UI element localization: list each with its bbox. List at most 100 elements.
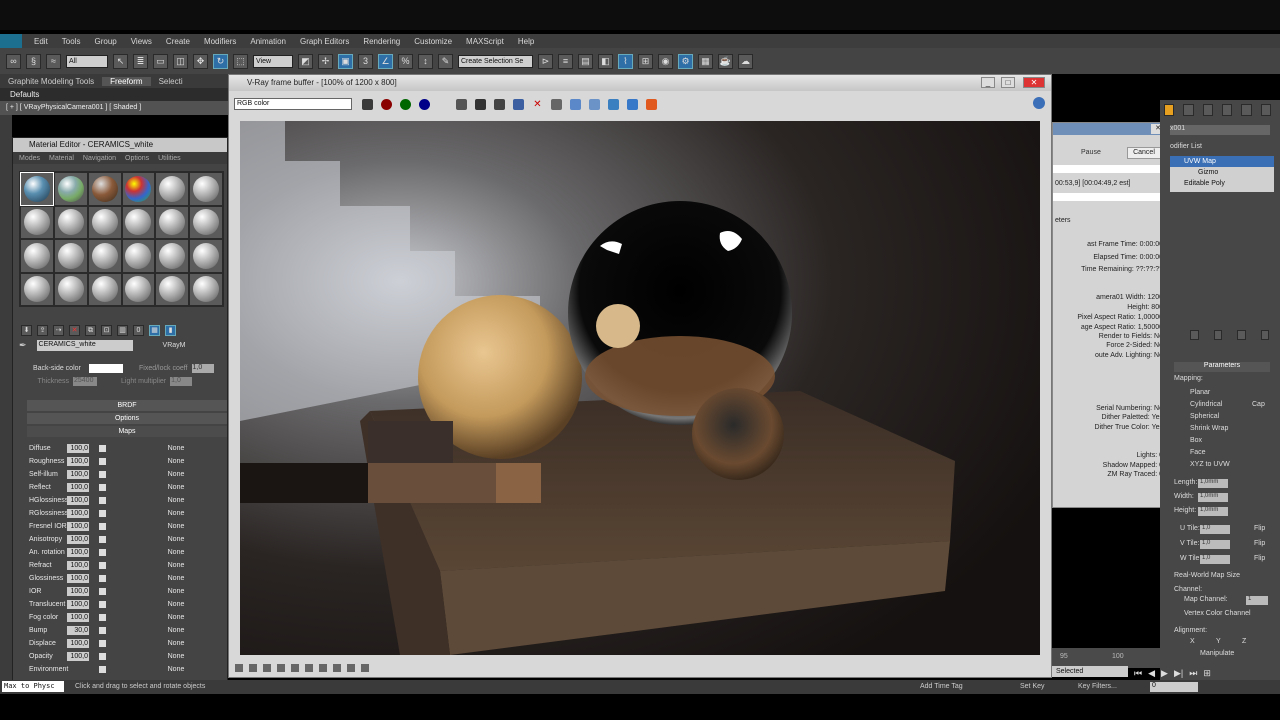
- window-crossing-icon[interactable]: ◫: [173, 53, 188, 69]
- angle-snap-icon[interactable]: ∠: [378, 53, 393, 69]
- levels-icon[interactable]: [305, 664, 313, 672]
- close-icon[interactable]: ✕: [1023, 77, 1045, 88]
- stack-item-editable-poly[interactable]: Editable Poly: [1170, 178, 1274, 189]
- align-x-radio[interactable]: X: [1190, 638, 1195, 645]
- blue-channel-icon[interactable]: [419, 98, 430, 110]
- white-balance-icon[interactable]: [347, 664, 355, 672]
- material-slot[interactable]: [20, 172, 54, 206]
- bind-space-warp-icon[interactable]: ≈: [46, 53, 61, 69]
- map-enable-checkbox[interactable]: [99, 614, 106, 621]
- material-type-button[interactable]: VRayM: [163, 342, 186, 349]
- parameters-rollout[interactable]: Parameters: [1174, 362, 1270, 372]
- timeline-ruler[interactable]: 95 100: [1052, 648, 1160, 668]
- map-slot-button[interactable]: None: [146, 666, 206, 673]
- render-region-icon[interactable]: [589, 98, 600, 110]
- render-production-icon[interactable]: ☕: [718, 53, 733, 69]
- next-frame-icon[interactable]: ▶|: [1174, 668, 1183, 679]
- map-slot-button[interactable]: None: [146, 627, 206, 634]
- menu-modes[interactable]: Modes: [19, 155, 40, 162]
- stack-item-gizmo[interactable]: Gizmo: [1170, 167, 1274, 178]
- material-slot[interactable]: [122, 273, 155, 305]
- map-slot-button[interactable]: None: [146, 471, 206, 478]
- spinner-snap-icon[interactable]: ↕: [418, 53, 433, 69]
- unlink-icon[interactable]: §: [26, 53, 41, 69]
- map-slot-button[interactable]: None: [146, 497, 206, 504]
- map-enable-checkbox[interactable]: [99, 666, 106, 673]
- clear-icon[interactable]: ✕: [532, 99, 543, 110]
- map-enable-checkbox[interactable]: [99, 510, 106, 517]
- hierarchy-tab-icon[interactable]: [1202, 104, 1213, 116]
- map-enable-checkbox[interactable]: [99, 601, 106, 608]
- map-amount-field[interactable]: 100,0: [67, 470, 89, 479]
- pin-stack-icon[interactable]: [1190, 330, 1199, 340]
- cap-label[interactable]: Cap: [1252, 401, 1265, 408]
- key-mode-icon[interactable]: ⊞: [1203, 668, 1211, 679]
- map-channel-field[interactable]: 1: [1246, 596, 1268, 605]
- material-slot[interactable]: [21, 273, 53, 305]
- width-field[interactable]: 1,0mm: [1198, 493, 1228, 502]
- track-mouse-icon[interactable]: [570, 98, 581, 110]
- material-slot[interactable]: [21, 206, 53, 238]
- defaults-panel-label[interactable]: Defaults: [0, 88, 230, 101]
- maxscript-listener[interactable]: Max to Physc: [2, 681, 64, 692]
- color-correction-icon[interactable]: [627, 98, 638, 110]
- map-slot-button[interactable]: None: [146, 458, 206, 465]
- material-name-field[interactable]: CERAMICS_white: [36, 339, 133, 351]
- app-logo-icon[interactable]: [0, 34, 22, 48]
- map-enable-checkbox[interactable]: [99, 471, 106, 478]
- go-to-end-icon[interactable]: ⏭: [1189, 668, 1197, 679]
- material-slot[interactable]: [54, 173, 87, 205]
- map-slot-button[interactable]: None: [146, 653, 206, 660]
- key-mode-dropdown[interactable]: Selected: [1052, 666, 1128, 677]
- manipulate-icon[interactable]: ✢: [318, 53, 333, 69]
- pivot-icon[interactable]: ◩: [298, 53, 313, 69]
- play-icon[interactable]: ▶: [1161, 668, 1168, 679]
- selection-filter-dropdown[interactable]: All: [66, 54, 108, 68]
- map-slot-button[interactable]: None: [146, 549, 206, 556]
- real-world-map-size-checkbox[interactable]: Real-World Map Size: [1174, 572, 1240, 579]
- material-slot[interactable]: [88, 240, 121, 272]
- material-slot[interactable]: [88, 173, 121, 205]
- material-slot[interactable]: [190, 240, 222, 272]
- map-slot-button[interactable]: None: [146, 536, 206, 543]
- align-z-radio[interactable]: Z: [1242, 638, 1246, 645]
- menu-modifiers[interactable]: Modifiers: [204, 37, 236, 46]
- current-frame-field[interactable]: 0: [1150, 682, 1198, 692]
- put-to-library-icon[interactable]: ▥: [117, 324, 128, 336]
- mapping-radio[interactable]: Shrink Wrap: [1190, 425, 1228, 432]
- green-channel-icon[interactable]: [400, 98, 411, 110]
- mapping-radio[interactable]: Face: [1190, 449, 1206, 456]
- vertex-color-channel-radio[interactable]: Vertex Color Channel: [1184, 610, 1251, 617]
- manipulate-checkbox[interactable]: Manipulate: [1200, 650, 1234, 657]
- map-slot-button[interactable]: None: [146, 510, 206, 517]
- save-all-icon[interactable]: [494, 98, 505, 110]
- curve-icon[interactable]: [319, 664, 327, 672]
- prev-frame-icon[interactable]: ◀: [1148, 668, 1155, 679]
- menu-create[interactable]: Create: [166, 37, 190, 46]
- map-slot-button[interactable]: None: [146, 640, 206, 647]
- map-amount-field[interactable]: 100,0: [67, 522, 89, 531]
- copy-material-icon[interactable]: ⧉: [85, 324, 96, 336]
- info-icon[interactable]: [1033, 97, 1045, 109]
- schematic-view-icon[interactable]: ⊞: [638, 53, 653, 69]
- motion-tab-icon[interactable]: [1221, 104, 1233, 116]
- u-tile-field[interactable]: 1,0: [1200, 525, 1230, 534]
- named-selection-dropdown[interactable]: Create Selection Se: [458, 54, 533, 68]
- menu-views[interactable]: Views: [131, 37, 152, 46]
- map-amount-field[interactable]: 100,0: [67, 496, 89, 505]
- render-setup-icon[interactable]: ⚙: [678, 53, 693, 69]
- ref-coord-dropdown[interactable]: View: [253, 54, 293, 68]
- menu-material[interactable]: Material: [49, 155, 74, 162]
- material-slot[interactable]: [21, 240, 53, 272]
- map-amount-field[interactable]: 100,0: [67, 587, 89, 596]
- create-tab-icon[interactable]: [1164, 104, 1175, 116]
- map-slot-button[interactable]: None: [146, 575, 206, 582]
- utilities-tab-icon[interactable]: [1260, 104, 1271, 116]
- tab-selection[interactable]: Selecti: [151, 77, 191, 86]
- material-editor-icon[interactable]: ◉: [658, 53, 673, 69]
- map-slot-button[interactable]: None: [146, 523, 206, 530]
- w-flip-label[interactable]: Flip: [1254, 555, 1265, 562]
- make-unique-icon[interactable]: ⊡: [101, 324, 112, 336]
- material-slot[interactable]: [88, 206, 121, 238]
- length-field[interactable]: 1,0mm: [1198, 479, 1228, 488]
